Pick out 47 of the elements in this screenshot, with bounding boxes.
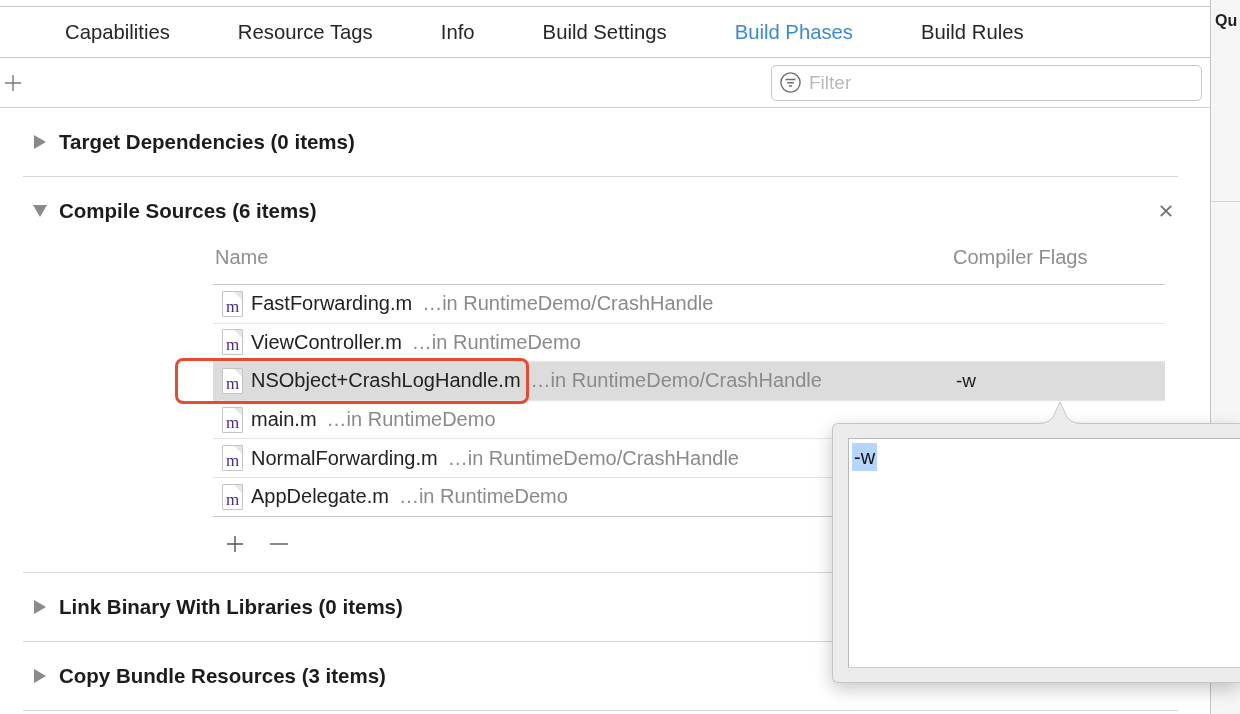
file-location: …in RuntimeDemo <box>326 408 496 432</box>
file-icon: m <box>222 290 243 317</box>
disclosure-triangle-icon[interactable] <box>33 135 47 149</box>
file-icon: m <box>222 445 243 472</box>
add-phase-button[interactable] <box>3 72 23 93</box>
file-location: …in RuntimeDemo/CrashHandle <box>447 446 739 470</box>
tab[interactable]: Build Phases <box>731 16 856 48</box>
tab[interactable]: Capabilities <box>62 16 173 48</box>
phase-title: Link Binary With Libraries (0 items) <box>59 594 404 619</box>
file-location: …in RuntimeDemo/CrashHandle <box>530 369 822 393</box>
file-row[interactable]: m FastForwarding.m …in RuntimeDemo/CrashHandle <box>213 285 1165 324</box>
column-header: Compiler Flags <box>953 246 1088 269</box>
tab[interactable]: Build Rules <box>918 16 1027 48</box>
file-name: NSObject+CrashLogHandle.m <box>251 369 521 393</box>
flags-text-field[interactable]: -w <box>848 438 1240 668</box>
file-icon: m <box>222 368 243 394</box>
plus-icon <box>227 536 243 553</box>
file-icon: m <box>222 483 243 510</box>
close-icon[interactable] <box>1160 205 1172 217</box>
filter-icon <box>780 71 801 93</box>
phase-title: Compile Sources (6 items) <box>59 199 318 223</box>
file-location: …in RuntimeDemo <box>398 485 568 509</box>
file-location: …in RuntimeDemo/CrashHandle <box>422 292 714 316</box>
tab[interactable]: Info <box>437 16 478 48</box>
phase-title: Copy Bundle Resources (3 items) <box>59 663 387 688</box>
file-name: ViewController.m <box>251 330 402 354</box>
file-name: main.m <box>251 408 317 432</box>
file-location: …in RuntimeDemo <box>411 330 581 354</box>
tab[interactable]: Resource Tags <box>234 16 376 48</box>
add-file-button[interactable] <box>225 534 245 555</box>
plus-icon <box>5 74 21 91</box>
phase-title: Target Dependencies (0 items) <box>59 130 356 154</box>
filter-field[interactable]: Filter <box>771 64 1202 101</box>
disclosure-triangle-icon[interactable] <box>33 668 47 683</box>
inspector-title: Qu <box>1215 12 1238 29</box>
file-name: NormalForwarding.m <box>251 446 438 470</box>
file-icon: m <box>222 329 243 356</box>
file-icon: m <box>222 406 243 433</box>
disclosure-triangle-icon[interactable] <box>33 599 47 614</box>
file-name: FastForwarding.m <box>251 292 413 316</box>
tab[interactable]: Build Settings <box>539 16 670 48</box>
minus-icon <box>270 543 288 546</box>
column-header: Name <box>214 246 269 269</box>
file-name: AppDelegate.m <box>251 485 389 509</box>
compiler-flags: -w <box>955 370 977 392</box>
flags-text: -w <box>852 443 878 471</box>
disclosure-triangle-icon[interactable] <box>33 204 47 218</box>
